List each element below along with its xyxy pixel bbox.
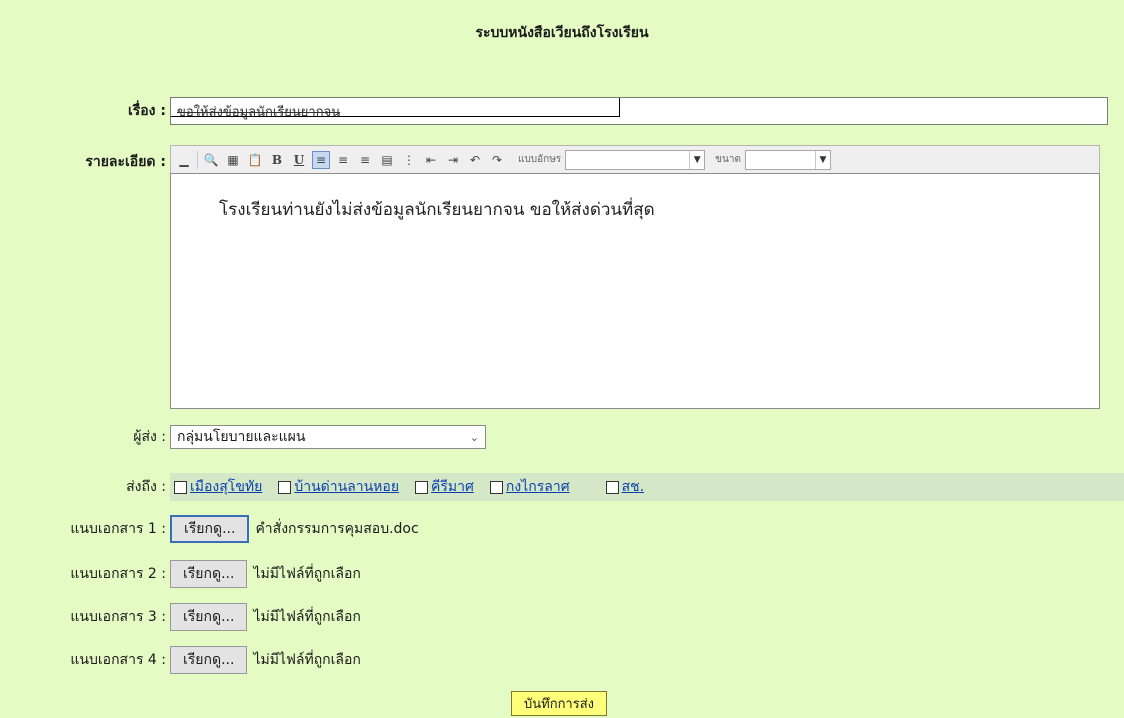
attachment-label: แนบเอกสาร 2 : [70,566,166,582]
toolbar-handle-icon: ▁ [179,152,189,167]
attachment-row: แนบเอกสาร 2 : เรียกดู... ไม่มีไฟล์ที่ถูก… [0,560,361,588]
subject-label: เรื่อง : [127,103,166,119]
underline-icon[interactable]: U [290,151,308,169]
font-family-label: แบบอักษร [518,154,562,165]
editor-toolbar: ▁ 🔍 ▦ 📋 B U ≡ ≡ ≡ ▤ ⋮ ⇤ ⇥ ↶ ↷ แบบอักษร ▼… [170,145,1100,173]
browse-button[interactable]: เรียกดู... [170,560,248,588]
attachment-row: แนบเอกสาร 1 : เรียกดู... คำสั่งกรรมการคุ… [0,515,419,543]
recipient-item[interactable]: คีรีมาศ [415,476,474,498]
recipients-row: ส่งถึง : เมืองสุโขทัย บ้านด่านลานหอย คีร… [0,473,1124,501]
attachment-filename: ไม่มีไฟล์ที่ถูกเลือก [253,566,361,582]
recipients-list: เมืองสุโขทัย บ้านด่านลานหอย คีรีมาศ กงไก… [170,473,1124,501]
attachment-filename: คำสั่งกรรมการคุมสอบ.doc [255,521,419,537]
recipient-link[interactable]: คีรีมาศ [431,476,474,498]
browse-button[interactable]: เรียกดู... [170,646,248,674]
recipient-checkbox[interactable] [605,480,619,494]
subject-input[interactable]: ขอให้ส่งข้อมูลนักเรียนยากจน [170,97,1108,125]
attachment-label: แนบเอกสาร 3 : [70,609,166,625]
recipient-item[interactable]: เมืองสุโขทัย [174,476,262,498]
recipient-item[interactable]: บ้านด่านลานหอย [278,476,399,498]
selection-box [171,98,620,117]
recipient-link[interactable]: สช. [622,476,645,498]
align-left-icon[interactable]: ≡ [312,150,330,169]
chevron-down-icon: ⌄ [469,430,479,444]
attachment-label: แนบเอกสาร 4 : [70,652,166,668]
font-family-select[interactable]: ▼ [565,149,706,170]
chevron-down-icon: ▼ [814,150,830,169]
toolbar-separator [197,150,198,169]
recipient-item[interactable]: กงไกรลาศ [489,476,570,498]
outdent-icon[interactable]: ⇤ [422,151,440,169]
browse-button[interactable]: เรียกดู... [170,515,250,543]
subject-row: เรื่อง : ขอให้ส่งข้อมูลนักเรียนยากจน [0,97,1108,125]
attachment-row: แนบเอกสาร 3 : เรียกดู... ไม่มีไฟล์ที่ถูก… [0,603,361,631]
rich-text-editor: ▁ 🔍 ▦ 📋 B U ≡ ≡ ≡ ▤ ⋮ ⇤ ⇥ ↶ ↷ แบบอักษร ▼… [170,145,1100,409]
details-label: รายละเอียด : [85,154,166,170]
table-grid-icon[interactable]: ▦ [224,151,242,169]
attachment-filename: ไม่มีไฟล์ที่ถูกเลือก [253,609,361,625]
submit-button[interactable]: บันทึกการส่ง [511,691,607,716]
recipient-checkbox[interactable] [415,480,429,494]
browse-button[interactable]: เรียกดู... [170,603,248,631]
editor-content-area[interactable]: โรงเรียนท่านยังไม่ส่งข้อมูลนักเรียนยากจน… [170,173,1100,409]
font-size-select[interactable]: ▼ [744,149,831,170]
chevron-down-icon: ▼ [689,150,704,169]
preview-icon[interactable]: 🔍 [202,151,220,169]
ordered-list-icon[interactable]: ⋮ [400,151,418,169]
recipient-link[interactable]: เมืองสุโขทัย [190,476,262,498]
undo-icon[interactable]: ↶ [466,151,484,169]
insert-table-icon[interactable]: ▤ [378,151,396,169]
recipient-checkbox[interactable] [174,480,187,494]
recipient-link[interactable]: บ้านด่านลานหอย [294,476,399,498]
page-title: ระบบหนังสือเวียนถึงโรงเรียน [475,25,649,41]
align-center-icon[interactable]: ≡ [334,151,352,169]
redo-icon[interactable]: ↷ [488,151,506,169]
sender-label: ผู้ส่ง : [133,429,166,445]
details-row: รายละเอียด : ▁ 🔍 ▦ 📋 B U ≡ ≡ ≡ ▤ ⋮ ⇤ ⇥ ↶… [0,145,1100,409]
sender-select[interactable]: กลุ่มนโยบายและแผน ⌄ [170,425,486,449]
font-size-label: ขนาด [715,154,741,165]
indent-icon[interactable]: ⇥ [444,151,462,169]
attachment-row: แนบเอกสาร 4 : เรียกดู... ไม่มีไฟล์ที่ถูก… [0,646,361,674]
recipient-link[interactable]: กงไกรลาศ [506,476,570,498]
recipient-item[interactable]: สช. [605,476,645,498]
attachment-label: แนบเอกสาร 1 : [70,521,166,537]
align-right-icon[interactable]: ≡ [356,151,374,169]
bold-icon[interactable]: B [268,151,286,169]
recipient-checkbox[interactable] [278,480,292,494]
recipient-checkbox[interactable] [489,480,503,494]
attachment-filename: ไม่มีไฟล์ที่ถูกเลือก [253,652,361,668]
paste-icon[interactable]: 📋 [246,151,264,169]
sender-value: กลุ่มนโยบายและแผน [177,429,306,445]
recipients-label: ส่งถึง : [126,479,166,495]
editor-content: โรงเรียนท่านยังไม่ส่งข้อมูลนักเรียนยากจน… [219,200,655,220]
sender-row: ผู้ส่ง : กลุ่มนโยบายและแผน ⌄ [0,425,486,449]
